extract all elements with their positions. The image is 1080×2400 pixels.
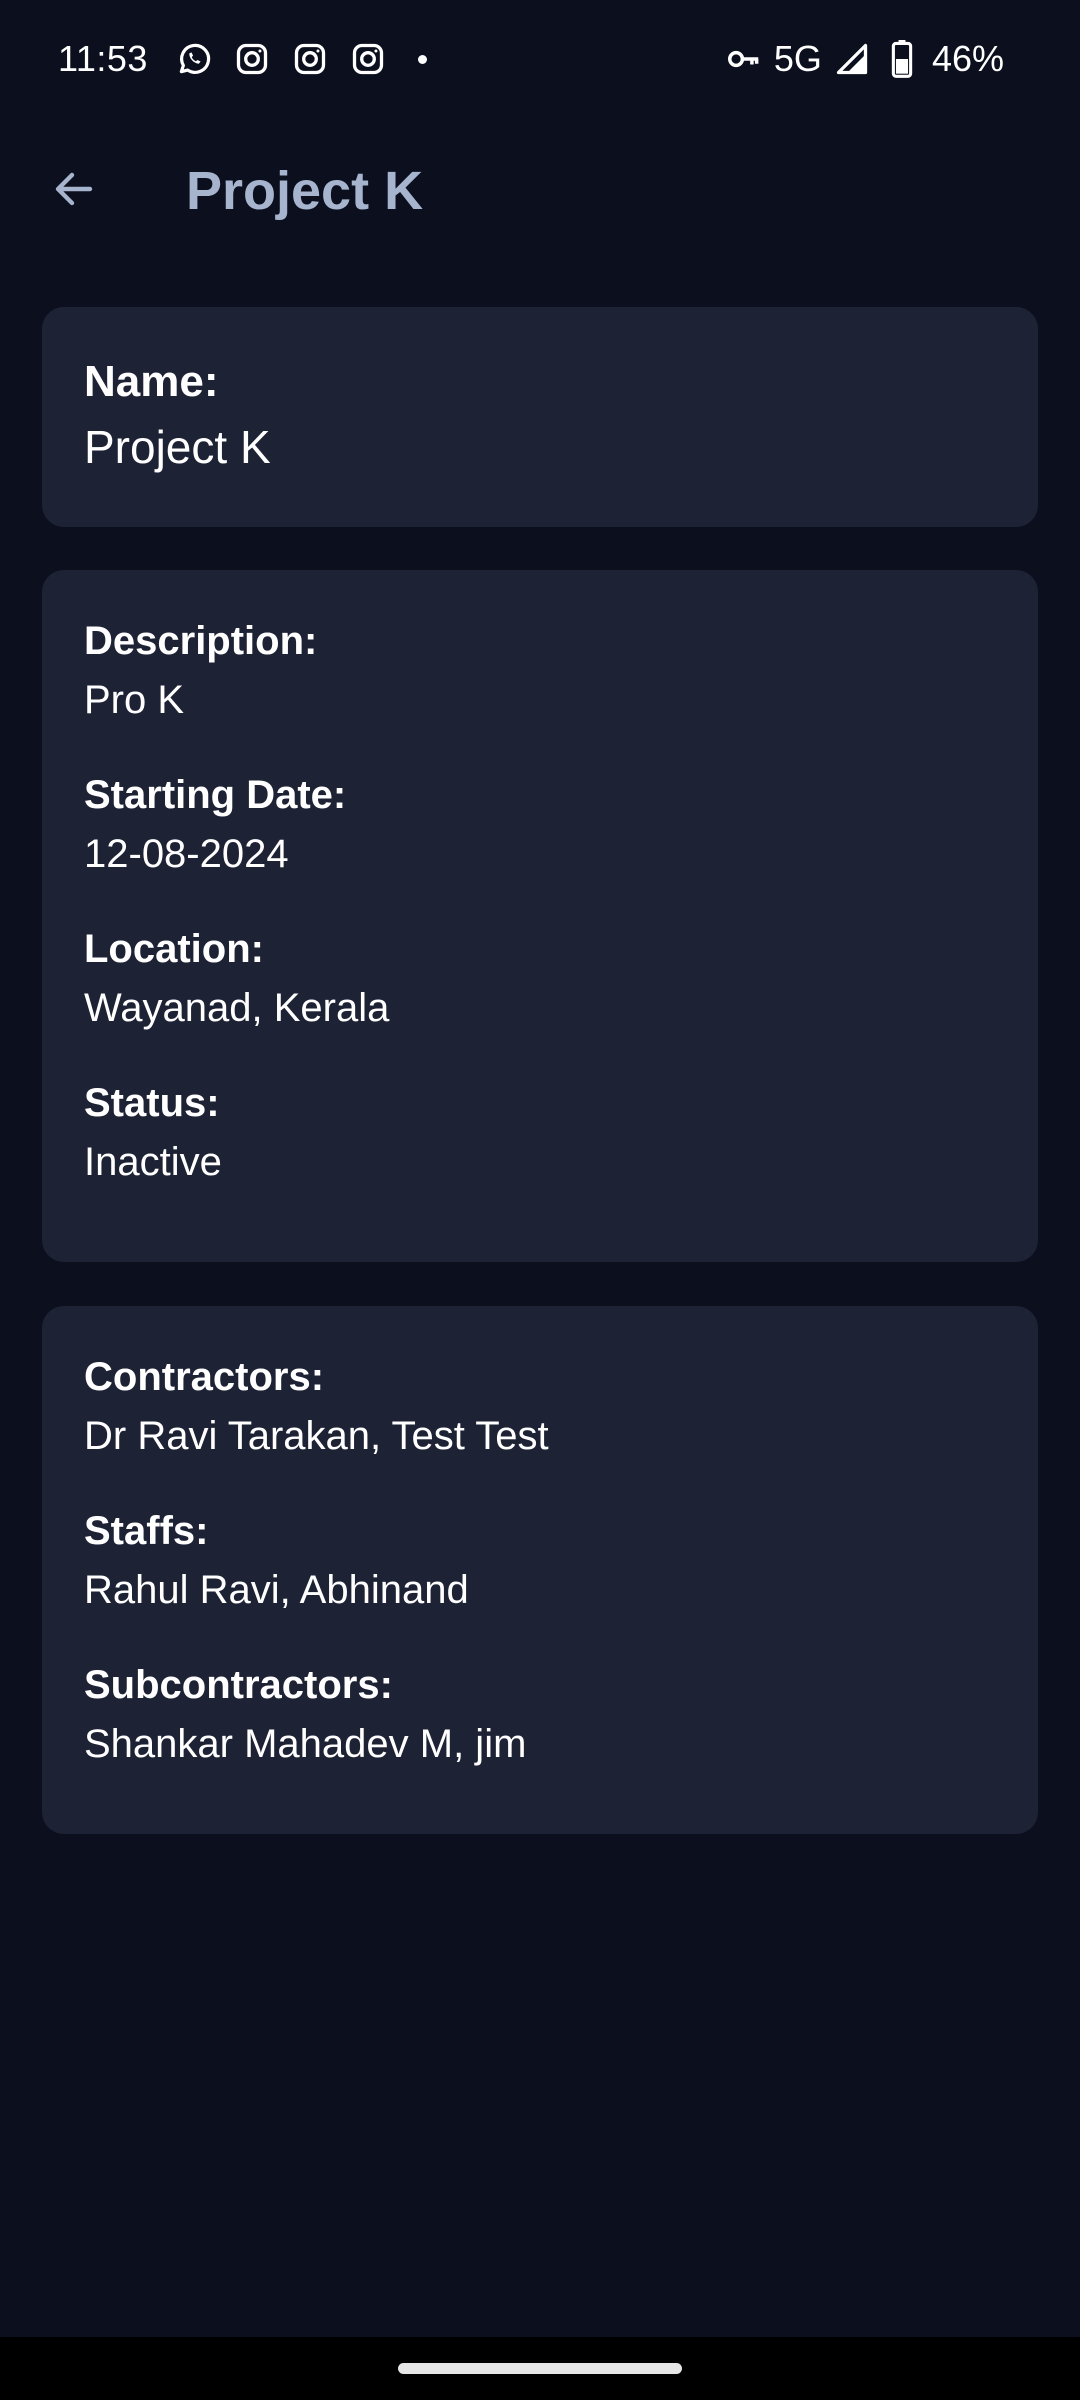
signal-icon (832, 39, 872, 79)
status-bar: 11:53 5G 46% (0, 0, 1080, 118)
instagram-icon (348, 39, 388, 79)
contractors-value: Dr Ravi Tarakan, Test Test (84, 1414, 549, 1458)
app-bar: Project K (0, 118, 1080, 264)
contractors-label: Contractors: (84, 1355, 325, 1399)
subcontractors-value: Shankar Mahadev M, jim (84, 1722, 527, 1766)
details-card: Description: Pro K Starting Date: 12-08-… (42, 570, 1038, 1262)
instagram-icon (232, 39, 272, 79)
battery-icon (882, 39, 922, 79)
status-field: Status: Inactive (84, 1078, 996, 1190)
network-type: 5G (773, 38, 822, 79)
status-time: 11:53 (58, 38, 148, 79)
status-bar-right: 5G 46% (724, 38, 1004, 80)
vpn-key-icon (724, 39, 764, 79)
subcontractors-field: Subcontractors: Shankar Mahadev M, jim (84, 1660, 996, 1772)
starting-date-field: Starting Date: 12-08-2024 (84, 770, 996, 882)
description-label: Description: (84, 619, 318, 663)
home-indicator[interactable] (398, 2363, 682, 2374)
battery-percentage: 46% (931, 38, 1004, 79)
name-label: Name: (84, 357, 219, 406)
staffs-field: Staffs: Rahul Ravi, Abhinand (84, 1506, 996, 1618)
status-value: Inactive (84, 1140, 222, 1184)
location-label: Location: (84, 927, 264, 971)
name-field: Name: Project K (84, 355, 996, 477)
location-value: Wayanad, Kerala (84, 986, 390, 1030)
staffs-value: Rahul Ravi, Abhinand (84, 1568, 469, 1612)
page-title: Project K (186, 161, 424, 221)
status-label: Status: (84, 1081, 220, 1125)
starting-date-label: Starting Date: (84, 773, 347, 817)
description-value: Pro K (84, 678, 185, 722)
starting-date-value: 12-08-2024 (84, 832, 289, 876)
whatsapp-icon (174, 39, 214, 79)
people-card: Contractors: Dr Ravi Tarakan, Test Test … (42, 1306, 1038, 1834)
contractors-field: Contractors: Dr Ravi Tarakan, Test Test (84, 1352, 996, 1464)
arrow-back-icon (50, 165, 98, 218)
subcontractors-label: Subcontractors: (84, 1663, 393, 1707)
status-bar-left: 11:53 (58, 38, 427, 80)
description-field: Description: Pro K (84, 616, 996, 728)
location-field: Location: Wayanad, Kerala (84, 924, 996, 1036)
name-value: Project K (84, 421, 271, 473)
name-card: Name: Project K (42, 307, 1038, 527)
staffs-label: Staffs: (84, 1509, 209, 1553)
navigation-bar (0, 2337, 1080, 2400)
instagram-icon (290, 39, 330, 79)
back-button[interactable] (26, 143, 122, 239)
notification-dot-icon (417, 54, 427, 64)
